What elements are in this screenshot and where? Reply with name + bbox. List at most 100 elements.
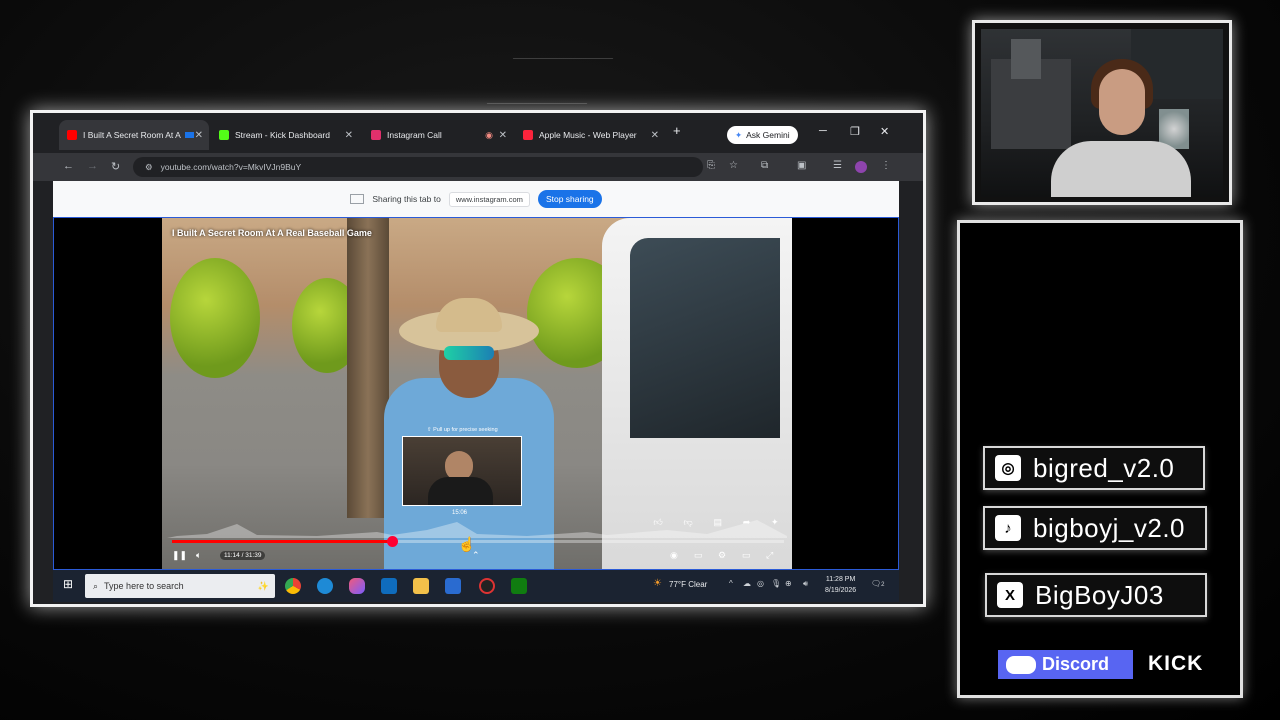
video-scene-bush [170,258,260,378]
search-highlight-icon: ✨ [257,580,269,591]
close-tab-icon[interactable]: ✕ [195,130,203,141]
new-tab-button[interactable]: + [673,123,681,138]
share-host-link[interactable]: www.instagram.com [448,191,530,207]
tray-chevron-icon[interactable]: ^ [729,579,733,588]
tray-app-icon[interactable]: ◎ [757,579,764,588]
pause-button[interactable]: ❚❚ [172,550,187,561]
weather-icon: ☀ [653,578,662,589]
webcam-feed [981,29,1223,197]
close-window-button[interactable]: ✕ [880,125,889,138]
like-icon[interactable]: 👍︎ [653,517,662,528]
site-info-icon[interactable]: ⚙ [145,162,153,173]
reload-icon[interactable]: ↻ [111,160,120,173]
recording-icon: ◉ [485,129,493,140]
apple-music-icon [523,130,533,140]
windows-taskbar: ⊞ ⌕ Type here to search ✨ ☀ 77°F Clear ^… [53,570,899,602]
volume-icon[interactable]: 🔈︎ [196,550,201,561]
ask-gemini-button[interactable]: ✦ Ask Gemini [727,126,798,144]
dislike-icon[interactable]: 👎︎ [684,517,693,528]
close-tab-icon[interactable]: ✕ [499,130,507,141]
video-title[interactable]: I Built A Secret Room At A Real Baseball… [172,228,372,238]
time-display: 11:14 / 31:39 [220,551,266,560]
comments-icon[interactable]: ▤ [713,517,722,528]
tab-kick[interactable]: Stream - Kick Dashboard ✕ [211,120,359,150]
share-icon[interactable]: ➦ [743,517,751,528]
search-icon: ⌕ [93,580,99,591]
tab-search-icon[interactable]: ▣ [797,160,806,171]
media-controls-icon[interactable]: ☰ [833,160,842,171]
copilot-icon[interactable] [349,578,365,594]
progress-played [172,540,393,543]
progress-bar[interactable] [172,536,784,547]
captions-icon[interactable]: ▭ [694,550,703,561]
chrome-icon[interactable] [285,578,301,594]
obs-icon[interactable] [479,578,495,594]
cast-icon [184,132,194,138]
theater-mode-icon[interactable]: ▭ [742,550,751,561]
preview-body [428,477,493,505]
taskbar-clock[interactable]: 11:28 PM 8/19/2026 [825,574,856,596]
tab-instagram[interactable]: Instagram Call ◉ ✕ [363,120,513,150]
instagram-handle: ◎ bigred_v2.0 [983,446,1205,490]
webcam-overlay [972,20,1232,205]
kick-icon [219,130,229,140]
tray-onedrive-icon[interactable]: ☁ [743,579,751,588]
xbox-icon[interactable] [511,578,527,594]
outlook-icon[interactable] [381,578,397,594]
url-field[interactable]: ⚙ youtube.com/watch?v=MkvIVJn9BuY [133,157,703,177]
webcam-scene-shirt [1051,141,1191,197]
video-scene-person-glasses [444,346,494,360]
settings-gear-icon[interactable]: ⚙ [718,550,726,561]
back-icon[interactable]: ← [63,160,74,172]
tray-network-icon[interactable]: ⊕ [785,579,792,588]
discord-logo: Discord [998,650,1133,679]
kick-logo: KICK [1148,652,1204,675]
seek-preview-time: 15:06 [452,510,468,516]
youtube-player[interactable]: I Built A Secret Room At A Real Baseball… [53,217,899,570]
extensions-icon[interactable]: ⧉ [761,160,768,171]
webcam-scene-frame [1011,39,1041,79]
video-frame[interactable]: I Built A Secret Room At A Real Baseball… [162,218,792,569]
video-action-bar: 👍︎ 👎︎ ▤ ➦ ✦ [646,514,786,530]
edge-icon[interactable] [317,578,333,594]
forward-icon[interactable]: → [87,160,98,172]
autoplay-toggle[interactable]: ◉ [670,550,678,561]
webcam-scene-face [1099,69,1145,135]
tab-youtube[interactable]: I Built A Secret Room At A ✕ [59,120,209,150]
video-scene-person-hat-top [436,298,502,332]
fullscreen-icon[interactable]: ⤢ [766,550,773,561]
profile-avatar[interactable] [855,161,867,173]
install-icon[interactable]: ⎘ [707,160,715,171]
bookmark-star-icon[interactable]: ☆ [729,160,738,171]
youtube-icon [67,130,77,140]
tab-apple-music[interactable]: Apple Music - Web Player ✕ [515,120,665,150]
seek-preview-thumbnail [402,436,522,506]
weather-text[interactable]: 77°F Clear [669,580,707,589]
store-icon[interactable] [445,578,461,594]
sparkle-icon: ✦ [735,129,743,140]
tab-sharing-bar: Sharing this tab to www.instagram.com St… [53,181,899,217]
tray-mic-icon[interactable]: 🎙︎ [771,579,781,588]
menu-icon[interactable]: ⋮ [881,160,891,171]
video-scene-palm [347,218,389,518]
discord-icon [1006,655,1036,674]
tray-volume-icon[interactable]: 🔊︎ [803,579,808,589]
restore-button[interactable]: ❐ [850,125,860,138]
x-handle: X BigBoyJ03 [985,573,1207,617]
stop-sharing-button[interactable]: Stop sharing [537,190,602,208]
instagram-icon: ◎ [995,455,1021,481]
share-screen-icon [350,194,365,204]
ask-ai-icon[interactable]: ✦ [771,517,779,528]
tiktok-handle: ♪ bigboyj_v2.0 [983,506,1207,550]
close-tab-icon[interactable]: ✕ [651,130,659,141]
background-hex-lines [486,58,614,104]
file-explorer-icon[interactable] [413,578,429,594]
minimize-button[interactable]: ─ [819,125,827,137]
windows-start-icon[interactable]: ⊞ [63,577,79,593]
close-tab-icon[interactable]: ✕ [345,130,353,141]
taskbar-search[interactable]: ⌕ Type here to search ✨ [85,574,275,598]
instagram-icon [371,130,381,140]
notification-icon[interactable]: 🗨︎2 [871,579,885,588]
tiktok-icon: ♪ [995,515,1021,541]
mouse-cursor: ☝ [458,536,476,552]
